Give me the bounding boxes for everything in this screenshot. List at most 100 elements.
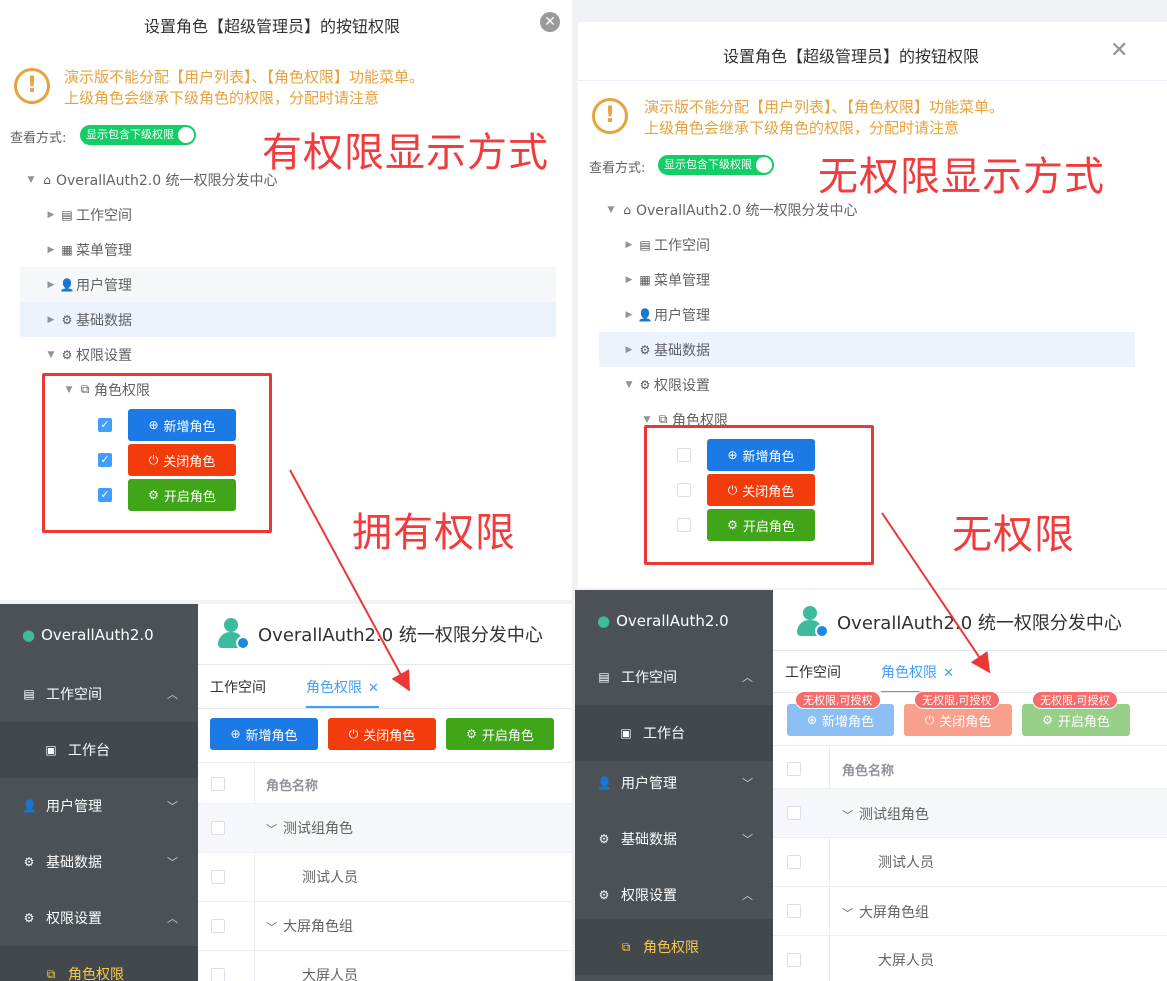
table-row[interactable]: 大屏人员 [302,965,358,981]
close-role-button[interactable]: ⏻ 关闭角色 [328,718,436,750]
table-row[interactable]: ﹀ 测试组角色 [842,804,929,824]
tree-root-label: OverallAuth2.0 统一权限分发中心 [636,202,858,219]
warning-line-1: 演示版不能分配【用户列表】、【角色权限】功能菜单。 [64,68,425,86]
sidebar-item-users[interactable]: 👤 用户管理 ﹀ [575,755,773,811]
sidebar-item-workspace[interactable]: ▤ 工作空间 ︿ [0,666,198,722]
callout-no-permission: 无权限 [952,512,1075,558]
sidebar-item-workbench[interactable]: ▣ 工作台 [0,722,198,778]
sidebar-item-permission[interactable]: ⚙ 权限设置 ︿ [575,867,773,923]
sidebar-item-role-permission[interactable]: ⧉ 角色权限 [0,946,198,981]
highlight-box [644,425,874,565]
tree-item-permission[interactable]: ▼ ⚙ 权限设置 [44,337,132,372]
dialog-title: 设置角色【超级管理员】的按钮权限 [144,17,401,36]
table-row[interactable]: ﹀ 大屏角色组 [266,916,353,936]
edit-doc-icon: ⧉ [46,966,56,981]
sidebar-item-label: 用户管理 [621,776,677,792]
plus-circle-icon: ⊕ [806,713,818,727]
tree-item-workspace[interactable]: ▶ ▤ 工作空间 [44,197,556,232]
include-sub-permission-switch[interactable]: 显示包含下级权限 [658,155,774,175]
tab-role-permission[interactable]: 角色权限 ✕ [871,662,964,693]
table-row[interactable]: ﹀ 测试组角色 [266,818,353,838]
row-checkbox[interactable] [211,870,225,884]
sidebar-item-label: 工作空间 [46,687,102,703]
tab-workspace[interactable]: 工作空间 [200,677,276,697]
tree-item-permission[interactable]: ▼ ⚙ 权限设置 [622,367,710,402]
gear-icon: ⚙ [639,377,651,392]
tab-close-icon[interactable]: ✕ [943,666,954,681]
sidebar-item-basedata[interactable]: ⚙ 基础数据 ﹀ [0,834,198,890]
tree-item-users[interactable]: ▶ 👤 用户管理 [622,297,710,332]
tab-close-icon[interactable]: ✕ [368,681,379,696]
row-checkbox[interactable] [211,968,225,981]
sidebar-item-workspace[interactable]: ▤ 工作空间 ︿ [575,649,773,705]
table-row[interactable]: 大屏人员 [878,950,934,970]
sidebar-item-label: 角色权限 [68,967,124,981]
power-icon: ⏻ [348,726,359,741]
button-label: 开启角色 [481,728,534,744]
tree-item-workspace[interactable]: ▶ ▤ 工作空间 [622,227,710,262]
tab-role-permission[interactable]: 角色权限 ✕ [296,677,389,708]
tree-item-basedata[interactable]: ▶ ⚙ 基础数据 [599,332,1135,367]
edit-doc-icon: ⧉ [621,939,631,954]
header-divider [198,664,572,665]
row-checkbox[interactable] [211,919,225,933]
expand-icon[interactable]: ﹀ [842,907,853,920]
row-checkbox[interactable] [787,855,801,869]
warning-line-2: 上级角色会继承下级角色的权限，分配时请注意 [64,89,380,107]
expand-icon[interactable]: ﹀ [842,809,853,822]
tree-item-label: 权限设置 [654,377,710,394]
warning-icon: ! [592,98,628,134]
table-row[interactable]: 测试人员 [878,852,934,872]
row-checkbox[interactable] [787,806,801,820]
sidebar-item-basedata[interactable]: ⚙ 基础数据 ﹀ [575,811,773,867]
tabs-divider [198,708,572,709]
tree-item-users[interactable]: ▶ 👤 用户管理 [20,267,556,302]
close-icon[interactable]: ✕ [1110,40,1128,62]
sidebar-brand: ● OverallAuth2.0 [0,604,198,666]
tree-root[interactable]: ▼ ⌂ OverallAuth2.0 统一权限分发中心 [24,162,278,197]
dialog-divider [578,80,1167,81]
power-icon: ⏻ [924,712,935,727]
expand-icon[interactable]: ﹀ [266,823,277,836]
switch-label: 显示包含下级权限 [664,158,752,171]
caret-right-icon: ▶ [47,209,55,220]
table-row[interactable]: 测试人员 [302,867,358,887]
table-row-line [198,803,572,804]
sidebar-item-label: 工作台 [643,726,685,742]
select-all-checkbox[interactable] [211,777,225,791]
tree-root[interactable]: ▼ ⌂ OverallAuth2.0 统一权限分发中心 [604,192,858,227]
row-checkbox[interactable] [787,953,801,967]
caret-right-icon: ▶ [625,239,633,250]
tree-item-menu[interactable]: ▶ ▦ 菜单管理 [44,232,556,267]
sidebar-item-role-permission[interactable]: ⧉ 角色权限 [575,919,773,975]
tree-item-basedata[interactable]: ▶ ⚙ 基础数据 [20,302,556,337]
include-sub-permission-switch[interactable]: 显示包含下级权限 [80,125,196,145]
expand-icon[interactable]: ﹀ [266,921,277,934]
gear-icon: ⚙ [598,832,610,846]
chevron-up-icon: ︿ [742,889,753,902]
table-row[interactable]: ﹀ 大屏角色组 [842,902,929,922]
caret-right-icon: ▶ [625,274,633,285]
tree-item-menu[interactable]: ▶ ▦ 菜单管理 [622,262,710,297]
sidebar: ● OverallAuth2.0 ▤ 工作空间 ︿ ▣ 工作台 👤 用户管理 ﹀… [0,604,198,981]
select-all-checkbox[interactable] [787,762,801,776]
sidebar-item-permission[interactable]: ⚙ 权限设置 ︿ [0,890,198,946]
sidebar-item-label: 角色权限 [643,940,699,956]
close-icon[interactable]: ✕ [540,12,560,32]
sidebar-item-label: 基础数据 [621,832,677,848]
caret-right-icon: ▶ [47,279,55,290]
brand-label: OverallAuth2.0 [41,626,154,644]
sidebar-item-users[interactable]: 👤 用户管理 ﹀ [0,778,198,834]
tab-workspace[interactable]: 工作空间 [775,662,851,682]
add-role-button[interactable]: ⊕ 新增角色 [210,718,318,750]
caret-down-icon: ▼ [607,204,615,215]
button-label: 新增角色 [245,728,298,744]
sidebar: ● OverallAuth2.0 ▤ 工作空间 ︿ ▣ 工作台 👤 用户管理 ﹀… [575,590,773,981]
row-checkbox[interactable] [211,821,225,835]
caret-down-icon: ▼ [625,379,633,390]
open-role-button[interactable]: ⚙ 开启角色 [446,718,554,750]
row-checkbox[interactable] [787,904,801,918]
tree-item-label: 菜单管理 [76,242,132,259]
sidebar-item-label: 权限设置 [46,911,102,927]
sidebar-item-workbench[interactable]: ▣ 工作台 [575,705,773,761]
